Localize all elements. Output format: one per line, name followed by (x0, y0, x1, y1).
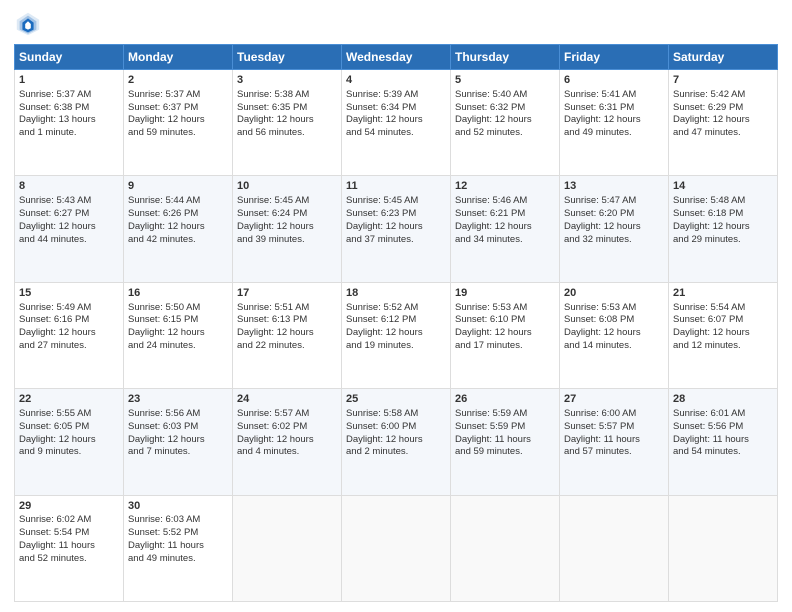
calendar-cell: 9Sunrise: 5:44 AMSunset: 6:26 PMDaylight… (124, 176, 233, 282)
calendar-cell: 20Sunrise: 5:53 AMSunset: 6:08 PMDayligh… (560, 282, 669, 388)
day-number: 1 (19, 73, 119, 88)
day-number: 16 (128, 286, 228, 301)
day-number: 21 (673, 286, 773, 301)
day-number: 26 (455, 392, 555, 407)
day-number: 14 (673, 179, 773, 194)
calendar-cell: 14Sunrise: 5:48 AMSunset: 6:18 PMDayligh… (669, 176, 778, 282)
day-number: 4 (346, 73, 446, 88)
calendar-cell: 4Sunrise: 5:39 AMSunset: 6:34 PMDaylight… (342, 70, 451, 176)
calendar-cell: 6Sunrise: 5:41 AMSunset: 6:31 PMDaylight… (560, 70, 669, 176)
day-number: 6 (564, 73, 664, 88)
day-number: 13 (564, 179, 664, 194)
day-number: 10 (237, 179, 337, 194)
day-number: 19 (455, 286, 555, 301)
calendar-cell (342, 495, 451, 601)
col-header-monday: Monday (124, 45, 233, 70)
calendar-cell: 12Sunrise: 5:46 AMSunset: 6:21 PMDayligh… (451, 176, 560, 282)
calendar-cell: 1Sunrise: 5:37 AMSunset: 6:38 PMDaylight… (15, 70, 124, 176)
col-header-tuesday: Tuesday (233, 45, 342, 70)
calendar-cell: 10Sunrise: 5:45 AMSunset: 6:24 PMDayligh… (233, 176, 342, 282)
calendar-cell: 19Sunrise: 5:53 AMSunset: 6:10 PMDayligh… (451, 282, 560, 388)
calendar-cell: 13Sunrise: 5:47 AMSunset: 6:20 PMDayligh… (560, 176, 669, 282)
calendar-cell: 30Sunrise: 6:03 AMSunset: 5:52 PMDayligh… (124, 495, 233, 601)
day-number: 5 (455, 73, 555, 88)
day-number: 27 (564, 392, 664, 407)
calendar-week-3: 22Sunrise: 5:55 AMSunset: 6:05 PMDayligh… (15, 389, 778, 495)
col-header-friday: Friday (560, 45, 669, 70)
calendar-week-4: 29Sunrise: 6:02 AMSunset: 5:54 PMDayligh… (15, 495, 778, 601)
day-number: 22 (19, 392, 119, 407)
calendar-cell (669, 495, 778, 601)
day-number: 2 (128, 73, 228, 88)
day-number: 18 (346, 286, 446, 301)
calendar-cell: 27Sunrise: 6:00 AMSunset: 5:57 PMDayligh… (560, 389, 669, 495)
calendar-cell: 24Sunrise: 5:57 AMSunset: 6:02 PMDayligh… (233, 389, 342, 495)
day-number: 30 (128, 499, 228, 514)
day-number: 3 (237, 73, 337, 88)
calendar-cell (560, 495, 669, 601)
calendar-table: SundayMondayTuesdayWednesdayThursdayFrid… (14, 44, 778, 602)
calendar-cell: 22Sunrise: 5:55 AMSunset: 6:05 PMDayligh… (15, 389, 124, 495)
calendar-cell: 3Sunrise: 5:38 AMSunset: 6:35 PMDaylight… (233, 70, 342, 176)
day-number: 29 (19, 499, 119, 514)
logo-icon (14, 10, 42, 38)
calendar-cell: 5Sunrise: 5:40 AMSunset: 6:32 PMDaylight… (451, 70, 560, 176)
calendar-cell: 2Sunrise: 5:37 AMSunset: 6:37 PMDaylight… (124, 70, 233, 176)
calendar-cell: 15Sunrise: 5:49 AMSunset: 6:16 PMDayligh… (15, 282, 124, 388)
calendar-cell: 25Sunrise: 5:58 AMSunset: 6:00 PMDayligh… (342, 389, 451, 495)
day-number: 20 (564, 286, 664, 301)
col-header-sunday: Sunday (15, 45, 124, 70)
calendar-cell: 23Sunrise: 5:56 AMSunset: 6:03 PMDayligh… (124, 389, 233, 495)
page: SundayMondayTuesdayWednesdayThursdayFrid… (0, 0, 792, 612)
calendar-week-0: 1Sunrise: 5:37 AMSunset: 6:38 PMDaylight… (15, 70, 778, 176)
day-number: 28 (673, 392, 773, 407)
calendar-week-2: 15Sunrise: 5:49 AMSunset: 6:16 PMDayligh… (15, 282, 778, 388)
calendar-cell: 21Sunrise: 5:54 AMSunset: 6:07 PMDayligh… (669, 282, 778, 388)
calendar-cell: 26Sunrise: 5:59 AMSunset: 5:59 PMDayligh… (451, 389, 560, 495)
header (14, 10, 778, 38)
col-header-saturday: Saturday (669, 45, 778, 70)
col-header-wednesday: Wednesday (342, 45, 451, 70)
calendar-cell: 16Sunrise: 5:50 AMSunset: 6:15 PMDayligh… (124, 282, 233, 388)
day-number: 15 (19, 286, 119, 301)
day-number: 8 (19, 179, 119, 194)
calendar-week-1: 8Sunrise: 5:43 AMSunset: 6:27 PMDaylight… (15, 176, 778, 282)
col-header-thursday: Thursday (451, 45, 560, 70)
day-number: 24 (237, 392, 337, 407)
calendar-cell: 17Sunrise: 5:51 AMSunset: 6:13 PMDayligh… (233, 282, 342, 388)
day-number: 23 (128, 392, 228, 407)
day-number: 12 (455, 179, 555, 194)
day-number: 17 (237, 286, 337, 301)
calendar-cell: 11Sunrise: 5:45 AMSunset: 6:23 PMDayligh… (342, 176, 451, 282)
day-number: 9 (128, 179, 228, 194)
calendar-cell: 18Sunrise: 5:52 AMSunset: 6:12 PMDayligh… (342, 282, 451, 388)
day-number: 25 (346, 392, 446, 407)
calendar-cell (451, 495, 560, 601)
calendar-cell (233, 495, 342, 601)
day-number: 7 (673, 73, 773, 88)
calendar-cell: 28Sunrise: 6:01 AMSunset: 5:56 PMDayligh… (669, 389, 778, 495)
day-number: 11 (346, 179, 446, 194)
calendar-cell: 8Sunrise: 5:43 AMSunset: 6:27 PMDaylight… (15, 176, 124, 282)
calendar-cell: 29Sunrise: 6:02 AMSunset: 5:54 PMDayligh… (15, 495, 124, 601)
calendar-cell: 7Sunrise: 5:42 AMSunset: 6:29 PMDaylight… (669, 70, 778, 176)
calendar-header-row: SundayMondayTuesdayWednesdayThursdayFrid… (15, 45, 778, 70)
logo (14, 10, 46, 38)
